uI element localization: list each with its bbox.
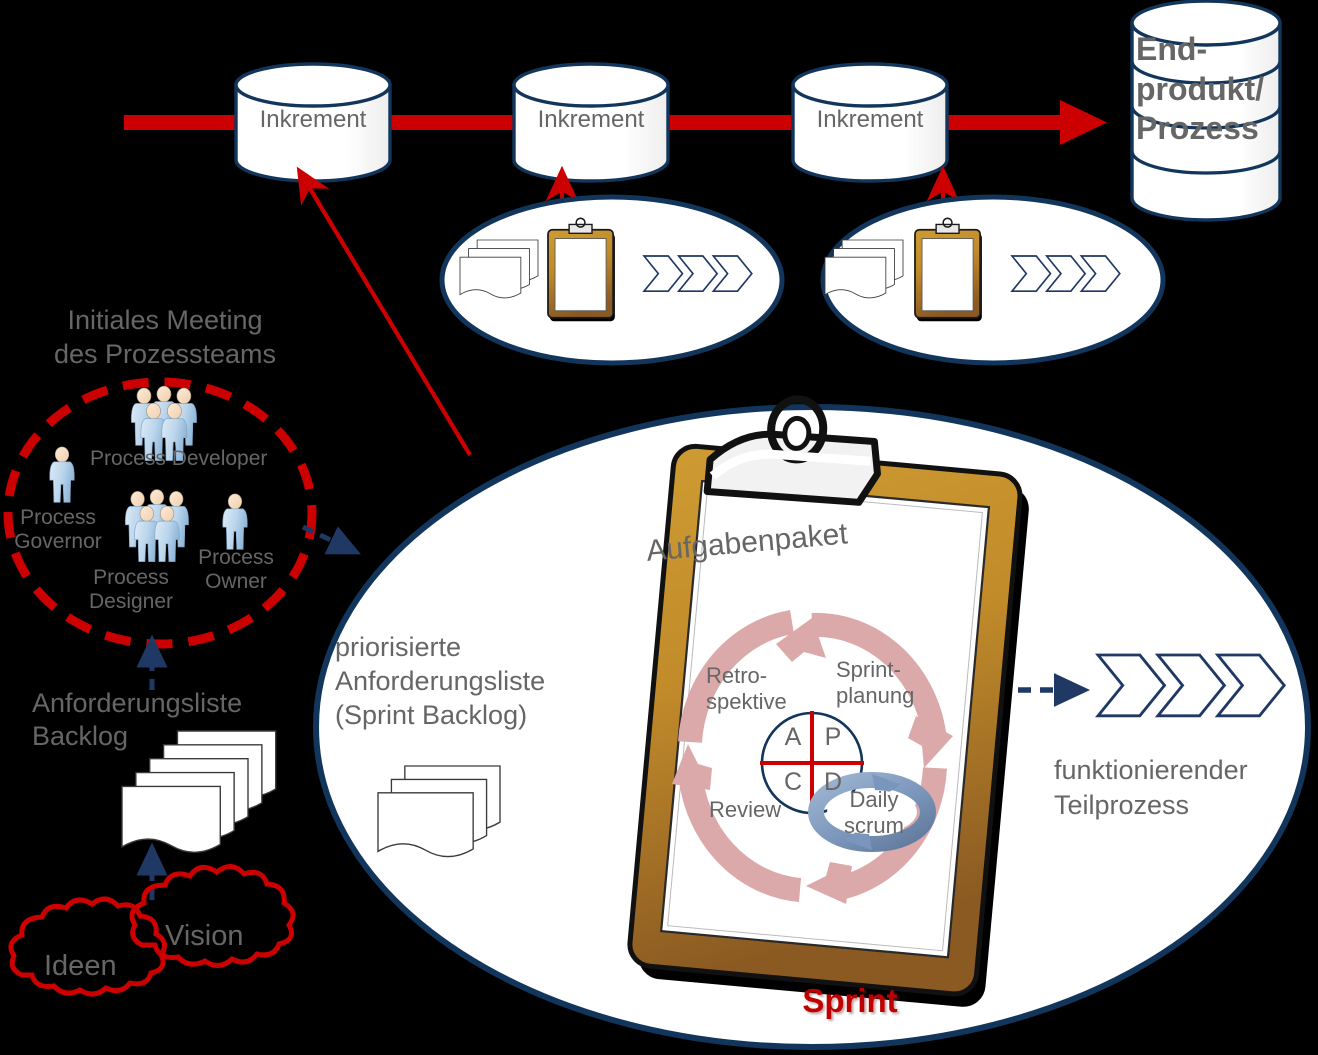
backlog-title-line-2: Backlog <box>32 721 129 752</box>
output-line-1: funktionierender <box>1054 755 1248 785</box>
pdca-letter-a: A <box>784 723 802 751</box>
cycle-label-retrospektive-line-2: spektive <box>706 688 787 714</box>
endproduct-line-3: Prozess <box>1136 110 1259 147</box>
cloud-label-vision: Vision <box>165 920 244 952</box>
role-icon-process-governor <box>49 446 75 503</box>
increment-label-1: Inkrement <box>259 106 367 133</box>
cycle-label-review: Review <box>709 797 781 823</box>
output-line-2: Teilprozess <box>1054 789 1190 820</box>
cycle-label-daily-scrum-line-2: scrum <box>844 812 904 838</box>
increment-label-3: Inkrement <box>816 106 924 133</box>
sprint-summary-ellipse-1 <box>439 194 785 366</box>
pdca-letter-c: C <box>783 768 803 796</box>
role-label-process-governor: Process Governor <box>14 506 102 553</box>
cycle-label-retrospektive-line-1: Retro- <box>706 663 768 688</box>
cycle-label-sprint-planung-line-1: Sprint- <box>836 657 901 682</box>
role-icon-process-designer <box>125 490 188 562</box>
cycle-label-review-line-1: Review <box>709 797 782 822</box>
sprint-summary-ellipse-2 <box>820 194 1166 366</box>
sprint-backlog-line-2: Anforderungsliste <box>335 666 546 697</box>
role-icon-process-owner <box>222 493 248 550</box>
pdca-letter-p: P <box>824 723 842 751</box>
team-to-sprint-arrow <box>301 524 361 555</box>
cycle-label-daily-scrum: Daily scrum <box>836 787 912 838</box>
diagram-graphics <box>3 0 1311 1050</box>
cycle-label-daily-scrum-line-1: Daily <box>849 787 899 812</box>
endproduct-label: End- produkt/ Prozess <box>1136 30 1278 149</box>
increment-label-2: Inkrement <box>537 106 645 133</box>
endproduct-line-2: produkt/ <box>1136 70 1264 107</box>
pdca-letter-d: D <box>823 768 843 796</box>
role-label-process-designer: Process Designer <box>88 566 174 613</box>
initial-meeting-title-line-2: des Prozessteams <box>53 339 277 370</box>
output-label: funktionierender Teilprozess <box>1054 753 1248 822</box>
sprint-title: Sprint <box>802 982 898 1019</box>
role-label-process-owner: Process Owner <box>198 546 274 593</box>
role-label-process-developer: Process Developer <box>90 447 268 470</box>
initial-meeting-title-line-1: Initiales Meeting <box>67 305 263 335</box>
cloud-label-ideen: Ideen <box>44 950 117 982</box>
cycle-label-retrospektive: Retro- spektive <box>706 663 787 714</box>
initial-meeting-title: Initiales Meeting des Prozessteams <box>10 303 320 371</box>
endproduct-line-1: End- <box>1136 31 1208 67</box>
backlog-title-line-1: Anforderungsliste <box>32 688 243 718</box>
sprint-backlog-line-1: priorisierte <box>335 632 462 662</box>
sprint-backlog-label: priorisierte Anforderungsliste (Sprint B… <box>335 630 545 732</box>
diagram-canvas: Inkrement Inkrement Inkrement End- produ… <box>0 0 1318 1055</box>
cycle-label-sprint-planung: Sprint- planung <box>836 657 914 708</box>
backlog-title: Anforderungsliste Backlog <box>32 687 242 754</box>
sprint-backlog-line-3: (Sprint Backlog) <box>335 700 528 731</box>
cycle-label-sprint-planung-line-2: planung <box>836 682 915 708</box>
